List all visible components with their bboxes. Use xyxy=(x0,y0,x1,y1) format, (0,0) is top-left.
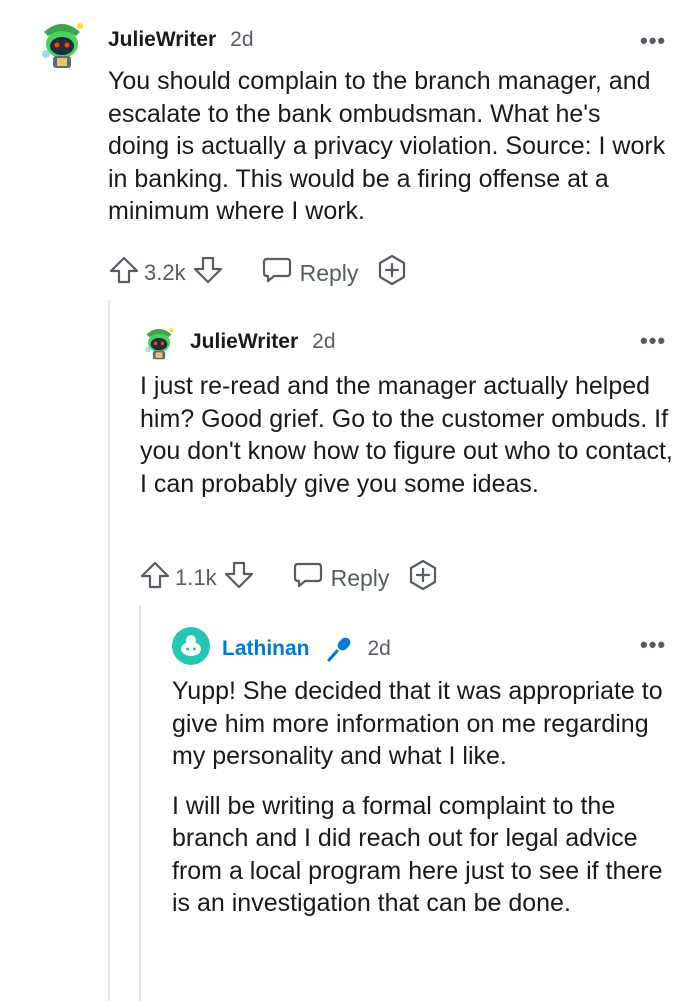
vote-count: 1.1k xyxy=(175,565,217,590)
speech-bubble-icon xyxy=(262,256,292,290)
comment-body: I just re-read and the manager actually … xyxy=(140,370,680,500)
thread-line-level-2[interactable] xyxy=(139,605,141,1001)
timestamp[interactable]: 2d xyxy=(230,28,253,52)
comment-header: JulieWriter 2d xyxy=(108,28,254,52)
snoo-avatar-icon xyxy=(42,23,83,68)
timestamp[interactable]: 2d xyxy=(368,637,391,661)
timestamp[interactable]: 2d xyxy=(312,330,335,354)
comment-paragraph: Yupp! She decided that it was appropriat… xyxy=(172,677,663,770)
comment-paragraph: You should complain to the branch manage… xyxy=(108,67,666,225)
arrow-up-icon[interactable] xyxy=(108,255,140,291)
avatar[interactable] xyxy=(172,627,210,665)
username[interactable]: Lathinan xyxy=(222,637,310,661)
add-award-icon xyxy=(376,254,408,292)
reply-label: Reply xyxy=(330,564,390,591)
vote-group: 3.2k xyxy=(108,255,224,291)
add-award-button[interactable] xyxy=(376,254,408,292)
comment-body: You should complain to the branch manage… xyxy=(108,65,668,228)
reply-button[interactable]: Reply xyxy=(262,256,359,290)
thread-line-level-1[interactable] xyxy=(108,300,110,1001)
speech-bubble-icon xyxy=(293,561,323,595)
vote-count: 3.2k xyxy=(144,260,186,285)
username[interactable]: JulieWriter xyxy=(108,28,216,52)
more-options-icon: ••• xyxy=(640,632,667,657)
vote-group: 1.1k xyxy=(139,560,255,596)
avatar[interactable] xyxy=(141,322,177,362)
arrow-down-icon[interactable] xyxy=(192,255,224,291)
comment-actions: 1.1k Reply xyxy=(139,559,439,597)
comment-body: Yupp! She decided that it was appropriat… xyxy=(172,675,680,920)
comment-header: Lathinan 2d xyxy=(222,634,391,664)
more-options-button[interactable]: ••• xyxy=(640,634,666,656)
arrow-up-icon[interactable] xyxy=(139,560,171,596)
reply-button[interactable]: Reply xyxy=(293,561,390,595)
snoo-avatar-icon xyxy=(181,635,201,656)
more-options-icon: ••• xyxy=(640,28,667,53)
avatar[interactable] xyxy=(36,14,88,72)
snoo-avatar-icon xyxy=(145,328,174,360)
comment-actions: 3.2k Reply xyxy=(108,254,408,292)
username[interactable]: JulieWriter xyxy=(190,330,298,354)
add-award-button[interactable] xyxy=(407,559,439,597)
add-award-icon xyxy=(407,559,439,597)
arrow-down-icon[interactable] xyxy=(223,560,255,596)
comment-paragraph: I just re-read and the manager actually … xyxy=(140,372,673,498)
microphone-icon xyxy=(324,634,354,664)
more-options-button[interactable]: ••• xyxy=(640,330,666,352)
reply-label: Reply xyxy=(299,259,359,286)
more-options-button[interactable]: ••• xyxy=(640,30,666,52)
comment-paragraph: I will be writing a formal complaint to … xyxy=(172,791,663,918)
more-options-icon: ••• xyxy=(640,328,667,353)
comment-header: JulieWriter 2d xyxy=(190,330,336,354)
